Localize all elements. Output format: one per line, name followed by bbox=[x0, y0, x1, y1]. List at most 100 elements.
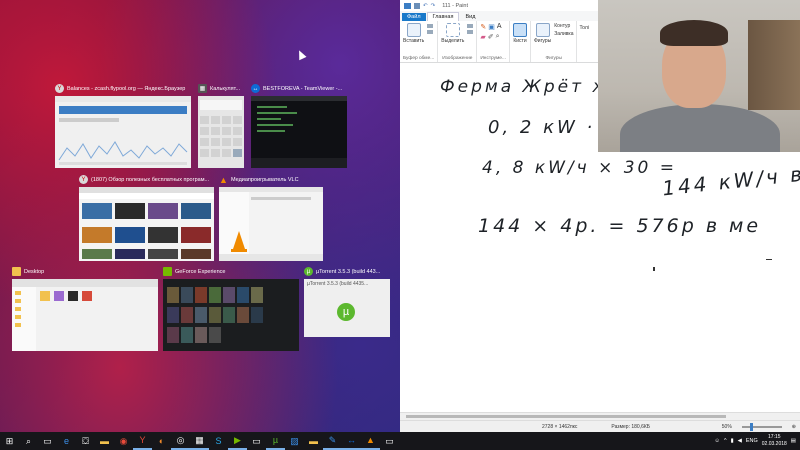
size-label: Размер: 180,6КБ bbox=[611, 423, 651, 430]
text-icon[interactable]: A bbox=[497, 23, 502, 30]
zoom-in-icon[interactable]: ⊕ bbox=[792, 424, 796, 430]
splash-text: µTorrent 3.5.3 (build 4435... bbox=[307, 281, 369, 287]
yandex-browser-icon: Y bbox=[79, 175, 88, 184]
start-windows-icon[interactable]: ⊞ bbox=[0, 432, 19, 450]
window-preview bbox=[219, 187, 323, 261]
vlc-icon[interactable]: ▲ bbox=[361, 432, 380, 450]
chrome-icon[interactable]: ◉ bbox=[114, 432, 133, 450]
select-icon bbox=[445, 23, 460, 37]
obs-icon[interactable]: ◎ bbox=[171, 432, 190, 450]
paste-button[interactable]: Вставить bbox=[403, 23, 424, 44]
notifications-icon[interactable]: ▤ bbox=[791, 438, 796, 444]
clipboard-icon bbox=[406, 23, 421, 37]
window-preview bbox=[79, 187, 214, 261]
people-icon[interactable]: ☺ bbox=[714, 438, 720, 444]
language-indicator[interactable]: ENG bbox=[746, 438, 758, 444]
paint-app-icon bbox=[404, 2, 411, 9]
monitor-icon[interactable]: ▭ bbox=[247, 432, 266, 450]
geforce-icon bbox=[163, 267, 172, 276]
teamviewer-icon[interactable]: ↔ bbox=[342, 432, 361, 450]
brushes-button[interactable]: Кисти bbox=[512, 23, 527, 44]
window-title: Калькулят... bbox=[210, 85, 241, 92]
desktop-folder-icon[interactable]: ▬ bbox=[304, 432, 323, 450]
window-preview bbox=[163, 279, 299, 351]
window-thumbnail-geforce[interactable]: GeForce Experience bbox=[163, 265, 299, 351]
webcam-overlay bbox=[598, 0, 800, 152]
window-thumbnail-calculator[interactable]: ▦ Калькулят... bbox=[198, 82, 244, 168]
select-button[interactable]: Выделить bbox=[441, 23, 464, 44]
window-preview bbox=[251, 96, 347, 168]
window-title: Медиапроигрыватель VLC bbox=[231, 176, 299, 183]
paint-icon[interactable]: ✎ bbox=[323, 432, 342, 450]
person-hair bbox=[660, 20, 728, 46]
yandex-browser-icon[interactable]: Y bbox=[133, 432, 152, 450]
time: 17:15 bbox=[768, 434, 781, 440]
fill-dropdown[interactable]: Заливка bbox=[554, 31, 573, 37]
crop-resize-icons[interactable] bbox=[467, 23, 474, 34]
redo-icon[interactable]: ↷ bbox=[431, 3, 436, 9]
window-thumbnail-teamviewer[interactable]: ↔ BESTFOREVA - TeamViewer -... bbox=[251, 82, 347, 168]
window-title: Balances - zcash.flypool.org — Яндекс.Бр… bbox=[67, 85, 186, 92]
vlc-icon: ▲ bbox=[219, 174, 228, 185]
window-title: Desktop bbox=[24, 268, 45, 275]
stray-mark bbox=[766, 259, 772, 260]
handwritten-line: 144 × 4р. = 576р в ме bbox=[478, 215, 762, 237]
cut-copy-icons[interactable] bbox=[427, 23, 434, 34]
tab-view[interactable]: Вид bbox=[460, 13, 480, 21]
task-view-icon[interactable]: ▭ bbox=[38, 432, 57, 450]
window-thumbnail-yandex-balances[interactable]: Y Balances - zcash.flypool.org — Яндекс.… bbox=[55, 82, 191, 168]
utorrent-icon: µ bbox=[304, 267, 313, 276]
ribbon-overflow[interactable]: Толі bbox=[577, 21, 590, 62]
pencil-icon[interactable]: ✎ bbox=[480, 23, 486, 31]
clock[interactable]: 17:15 02.03.2018 bbox=[762, 434, 787, 448]
tab-home[interactable]: Главная bbox=[426, 12, 460, 21]
show-hidden-icons-icon[interactable]: ^ bbox=[724, 438, 727, 444]
window-thumbnail-youtube[interactable]: Y (1807) Обзор полезных бесплатных прогр… bbox=[79, 173, 214, 261]
firefox-icon[interactable]: ◐ bbox=[152, 432, 171, 450]
tab-file[interactable]: Файл bbox=[402, 13, 426, 21]
tools-group: ✎ ▣ A ▰ ✐ ⌕ Инструме... bbox=[477, 21, 510, 62]
utorrent-icon[interactable]: µ bbox=[266, 432, 285, 450]
person-shirt bbox=[620, 104, 780, 152]
eraser-icon[interactable]: ▰ bbox=[480, 33, 485, 41]
fill-icon[interactable]: ▣ bbox=[488, 23, 495, 31]
undo-icon[interactable]: ↶ bbox=[423, 3, 428, 9]
folder-icon bbox=[12, 267, 21, 276]
media-icon[interactable]: ▭ bbox=[380, 432, 399, 450]
window-title: GeForce Experience bbox=[175, 268, 226, 275]
clipboard-group: Вставить Буфер обме... bbox=[400, 21, 439, 62]
color-picker-icon[interactable]: ✐ bbox=[488, 33, 494, 41]
search-icon[interactable]: ⌕ bbox=[19, 432, 38, 450]
store-icon[interactable]: ⛋ bbox=[76, 432, 95, 450]
window-thumbnail-desktop[interactable]: Desktop bbox=[12, 265, 158, 351]
window-thumbnail-vlc[interactable]: ▲ Медиапроигрыватель VLC bbox=[219, 173, 323, 261]
file-explorer-icon[interactable]: ▬ bbox=[95, 432, 114, 450]
brushes-group: Кисти bbox=[510, 21, 531, 62]
handwritten-line: 144 кW/ч в bbox=[661, 161, 800, 201]
bookshelf bbox=[748, 20, 800, 110]
geforce-icon[interactable]: ▶ bbox=[228, 432, 247, 450]
volume-icon[interactable]: ◀ bbox=[738, 438, 742, 444]
teamviewer-icon: ↔ bbox=[251, 84, 260, 93]
skype-icon[interactable]: S bbox=[209, 432, 228, 450]
edge-icon[interactable]: e bbox=[57, 432, 76, 450]
date: 02.03.2018 bbox=[761, 441, 787, 447]
calculator-icon[interactable]: ▦ bbox=[190, 432, 209, 450]
photos-icon[interactable]: ▨ bbox=[285, 432, 304, 450]
outline-dropdown[interactable]: Контур bbox=[554, 23, 573, 29]
brush-icon bbox=[512, 23, 527, 37]
window-thumbnail-utorrent[interactable]: µ µTorrent 3.5.3 (build 443... µTorrent … bbox=[304, 265, 390, 337]
magnifier-icon[interactable]: ⌕ bbox=[496, 33, 500, 41]
window-preview bbox=[198, 96, 244, 168]
network-icon[interactable]: ▮ bbox=[731, 438, 734, 444]
zoom-slider[interactable] bbox=[741, 422, 782, 431]
scrollbar-thumb[interactable] bbox=[406, 415, 726, 418]
yandex-browser-icon: Y bbox=[55, 84, 64, 93]
window-title: BESTFOREVA - TeamViewer -... bbox=[263, 85, 343, 92]
window-title: µTorrent 3.5.3 (build 443... bbox=[316, 268, 381, 275]
zoom-slider-thumb[interactable] bbox=[749, 422, 753, 431]
save-icon[interactable] bbox=[414, 2, 420, 9]
shapes-button[interactable]: Фигуры bbox=[534, 23, 551, 44]
window-preview bbox=[55, 96, 191, 168]
horizontal-scrollbar[interactable] bbox=[400, 412, 800, 420]
